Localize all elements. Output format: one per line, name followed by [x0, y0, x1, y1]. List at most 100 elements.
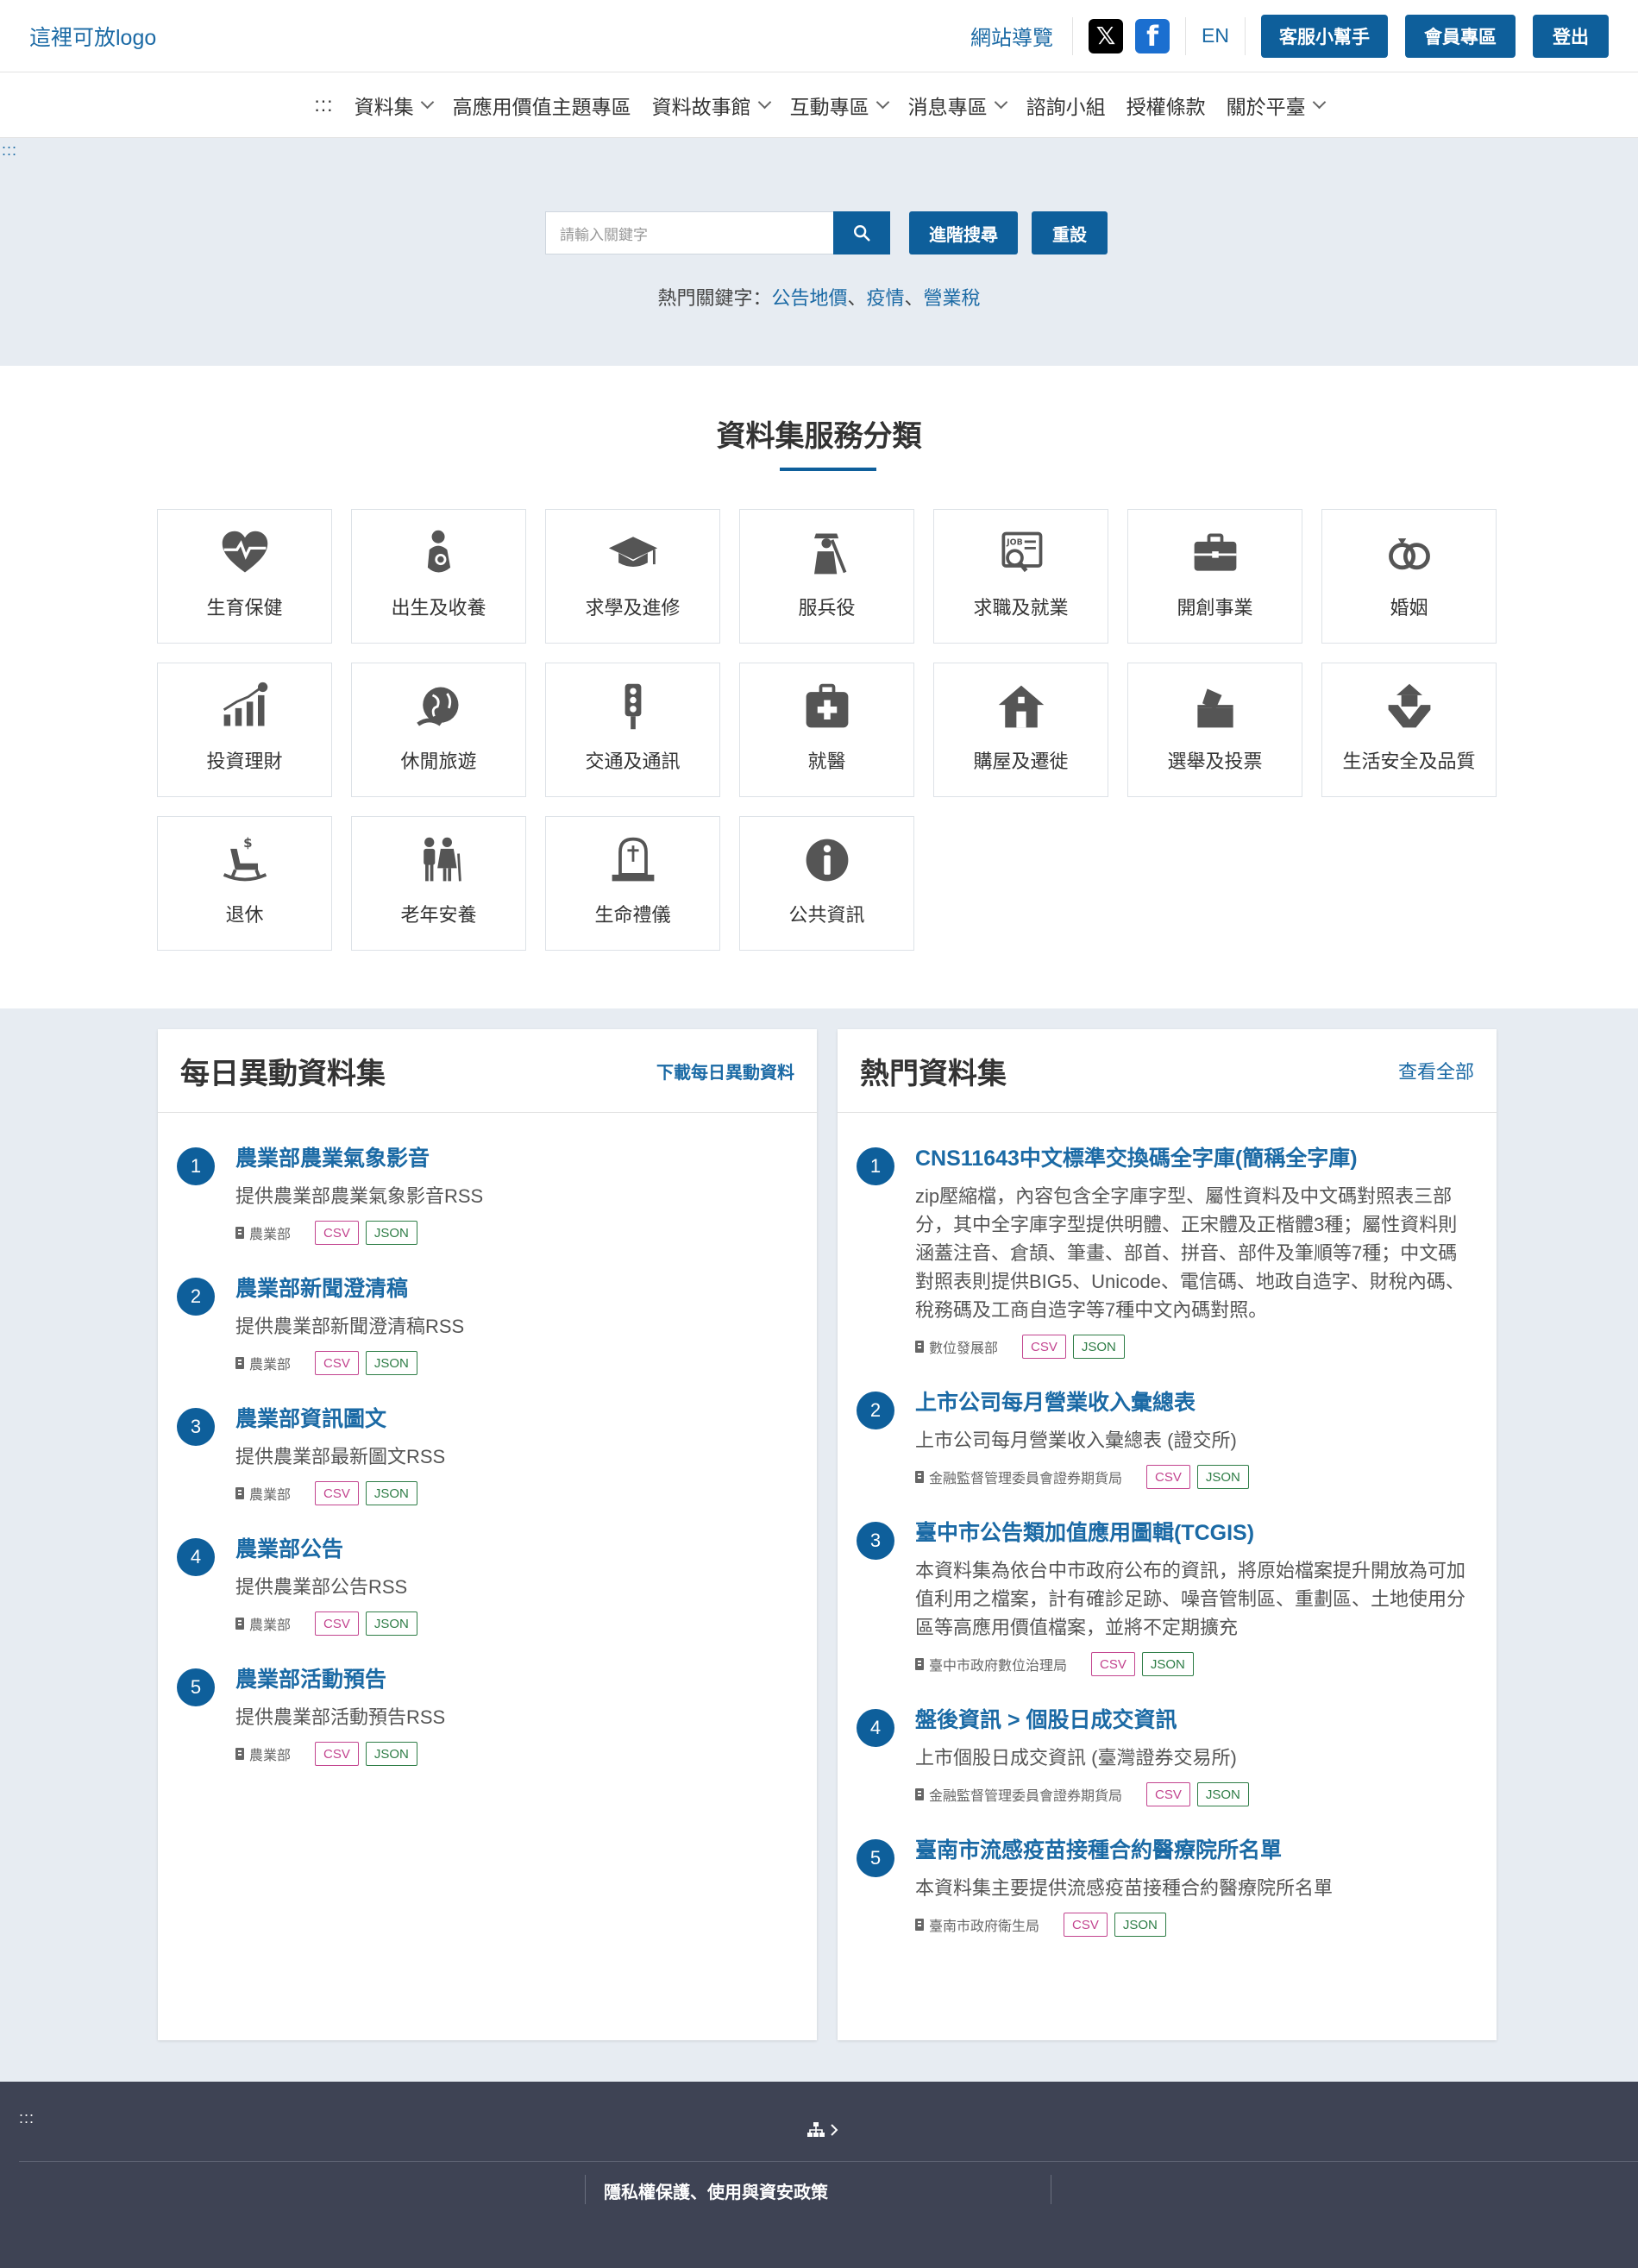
divider: [585, 2175, 586, 2204]
csv-tag[interactable]: CSV: [1091, 1652, 1135, 1676]
language-switch[interactable]: EN: [1186, 24, 1245, 47]
category-card[interactable]: JOB 求職及就業: [933, 509, 1108, 644]
category-card[interactable]: 婚姻: [1321, 509, 1497, 644]
privacy-policy-link[interactable]: 隱私權保護、使用與資安政策: [604, 2178, 828, 2203]
json-tag[interactable]: JSON: [1196, 1782, 1249, 1806]
dataset-title-link[interactable]: 盤後資訊 > 個股日成交資訊: [915, 1706, 1474, 1735]
csv-tag[interactable]: CSV: [1022, 1335, 1066, 1359]
category-card[interactable]: 就醫: [739, 663, 914, 797]
json-tag[interactable]: JSON: [365, 1221, 417, 1245]
org-name: 金融監督管理委員會證券期貨局: [929, 1472, 1123, 1486]
nav-item-high-value[interactable]: 高應用價值主題專區: [453, 91, 631, 120]
nav-item-interactive[interactable]: 互動專區: [790, 91, 889, 120]
sitemap-link[interactable]: 網站導覽: [970, 21, 1053, 51]
category-card[interactable]: 交通及通訊: [545, 663, 720, 797]
accesskey-content[interactable]: :::: [2, 141, 17, 160]
briefcase-icon: [1194, 533, 1236, 571]
dataset-meta: 農業部 CSV JSON: [235, 1611, 794, 1636]
dataset-title-link[interactable]: 農業部活動預告: [235, 1665, 794, 1694]
hot-keyword-link[interactable]: 疫情: [867, 287, 905, 309]
json-tag[interactable]: JSON: [365, 1481, 417, 1505]
json-tag[interactable]: JSON: [1072, 1335, 1125, 1359]
hot-keyword-link[interactable]: 公告地價: [771, 287, 847, 309]
category-card[interactable]: 公共資訊: [739, 816, 914, 951]
category-card[interactable]: 生活安全及品質: [1321, 663, 1497, 797]
dataset-title-link[interactable]: 農業部農業氣象影音: [235, 1144, 794, 1173]
list-item: 2 上市公司每月營業收入彙總表 上市公司每月營業收入彙總表 (證交所) 金融監督…: [857, 1388, 1474, 1489]
svg-text:JOB: JOB: [1006, 538, 1023, 548]
csv-tag[interactable]: CSV: [315, 1742, 359, 1766]
info-icon: [806, 839, 848, 882]
download-daily-link[interactable]: 下載每日異動資料: [656, 1059, 794, 1084]
x-logo-icon[interactable]: 𝕏: [1089, 18, 1124, 53]
category-grid: 生育保健 出生及收養 求學及進修 服兵役 JOB 求職及就業 開創事業 婚姻 投…: [157, 509, 1497, 951]
site-logo[interactable]: 這裡可放logo: [29, 21, 156, 52]
category-label: 求職及就業: [973, 597, 1069, 619]
list-item: 2 農業部新聞澄清稿 提供農業部新聞澄清稿RSS 農業部 CSV JSON: [177, 1274, 794, 1375]
json-tag[interactable]: JSON: [1141, 1652, 1194, 1676]
facebook-icon[interactable]: f: [1135, 18, 1170, 53]
nav-item-license[interactable]: 授權條款: [1127, 91, 1206, 120]
json-tag[interactable]: JSON: [365, 1611, 417, 1636]
csv-tag[interactable]: CSV: [1064, 1913, 1108, 1937]
view-all-link[interactable]: 查看全部: [1398, 1057, 1474, 1084]
nav-item-stories[interactable]: 資料故事館: [652, 91, 771, 120]
advanced-search-button[interactable]: 進階搜尋: [909, 211, 1018, 254]
dataset-title-link[interactable]: 上市公司每月營業收入彙總表: [915, 1388, 1474, 1417]
csv-tag[interactable]: CSV: [315, 1611, 359, 1636]
hot-keyword-link[interactable]: 營業稅: [924, 287, 981, 309]
category-card[interactable]: 購屋及遷徙: [933, 663, 1108, 797]
category-card[interactable]: 求學及進修: [545, 509, 720, 644]
dataset-description: 提供農業部農業氣象影音RSS: [235, 1185, 484, 1207]
rank-badge: 3: [857, 1522, 894, 1560]
accesskey-footer[interactable]: :::: [19, 2109, 35, 2127]
json-tag[interactable]: JSON: [1196, 1465, 1249, 1489]
category-card[interactable]: 投資理財: [157, 663, 332, 797]
dataset-title-link[interactable]: 臺中市公告類加值應用圖輯(TCGIS): [915, 1518, 1474, 1548]
nav-item-datasets[interactable]: 資料集: [355, 91, 434, 120]
org-label: 農業部: [235, 1743, 291, 1764]
logout-button[interactable]: 登出: [1533, 14, 1609, 58]
org-label: 農業部: [235, 1613, 291, 1634]
dataset-title-link[interactable]: 臺南市流感疫苗接種合約醫療院所名單: [915, 1836, 1474, 1865]
csv-tag[interactable]: CSV: [315, 1221, 359, 1245]
dataset-description: 上市公司每月營業收入彙總表 (證交所): [915, 1429, 1237, 1451]
search-input[interactable]: 請輸入關鍵字: [545, 211, 833, 254]
footer-sitemap-toggle[interactable]: [806, 2121, 839, 2139]
csv-tag[interactable]: CSV: [315, 1481, 359, 1505]
category-card[interactable]: 開創事業: [1127, 509, 1302, 644]
category-card[interactable]: $ 退休: [157, 816, 332, 951]
nav-item-about[interactable]: 關於平臺: [1227, 91, 1326, 120]
json-tag[interactable]: JSON: [365, 1351, 417, 1375]
org-name: 農業部: [249, 1228, 292, 1242]
accesskey-nav[interactable]: :::: [314, 93, 333, 116]
nav-item-advisory[interactable]: 諮詢小組: [1026, 91, 1106, 120]
dataset-title-link[interactable]: 農業部新聞澄清稿: [235, 1274, 794, 1304]
dataset-title-link[interactable]: 農業部公告: [235, 1535, 794, 1564]
elderly-couple-icon: [423, 837, 461, 882]
card-title: 熱門資料集: [860, 1057, 1007, 1090]
category-card[interactable]: 生命禮儀: [545, 816, 720, 951]
json-tag[interactable]: JSON: [365, 1742, 417, 1766]
search-button[interactable]: [833, 211, 890, 254]
investment-chart-icon: [223, 682, 267, 726]
customer-service-button[interactable]: 客服小幫手: [1261, 14, 1388, 58]
member-area-button[interactable]: 會員專區: [1405, 14, 1516, 58]
category-card[interactable]: 服兵役: [739, 509, 914, 644]
nav-item-label: 諮詢小組: [1026, 95, 1106, 118]
csv-tag[interactable]: CSV: [1146, 1782, 1190, 1806]
category-card[interactable]: 出生及收養: [351, 509, 526, 644]
dataset-lists-section: 每日異動資料集 下載每日異動資料 1 農業部農業氣象影音 提供農業部農業氣象影音…: [0, 1008, 1638, 2082]
json-tag[interactable]: JSON: [1114, 1913, 1166, 1937]
csv-tag[interactable]: CSV: [315, 1351, 359, 1375]
reset-button[interactable]: 重設: [1032, 211, 1108, 254]
category-card[interactable]: 選舉及投票: [1127, 663, 1302, 797]
dataset-title-link[interactable]: 農業部資訊圖文: [235, 1404, 794, 1434]
csv-tag[interactable]: CSV: [1146, 1465, 1190, 1489]
soldier-icon: [813, 533, 846, 575]
category-card[interactable]: 老年安養: [351, 816, 526, 951]
category-card[interactable]: 生育保健: [157, 509, 332, 644]
nav-item-news[interactable]: 消息專區: [908, 91, 1007, 120]
category-card[interactable]: 休閒旅遊: [351, 663, 526, 797]
dataset-title-link[interactable]: CNS11643中文標準交換碼全字庫(簡稱全字庫): [915, 1144, 1474, 1173]
